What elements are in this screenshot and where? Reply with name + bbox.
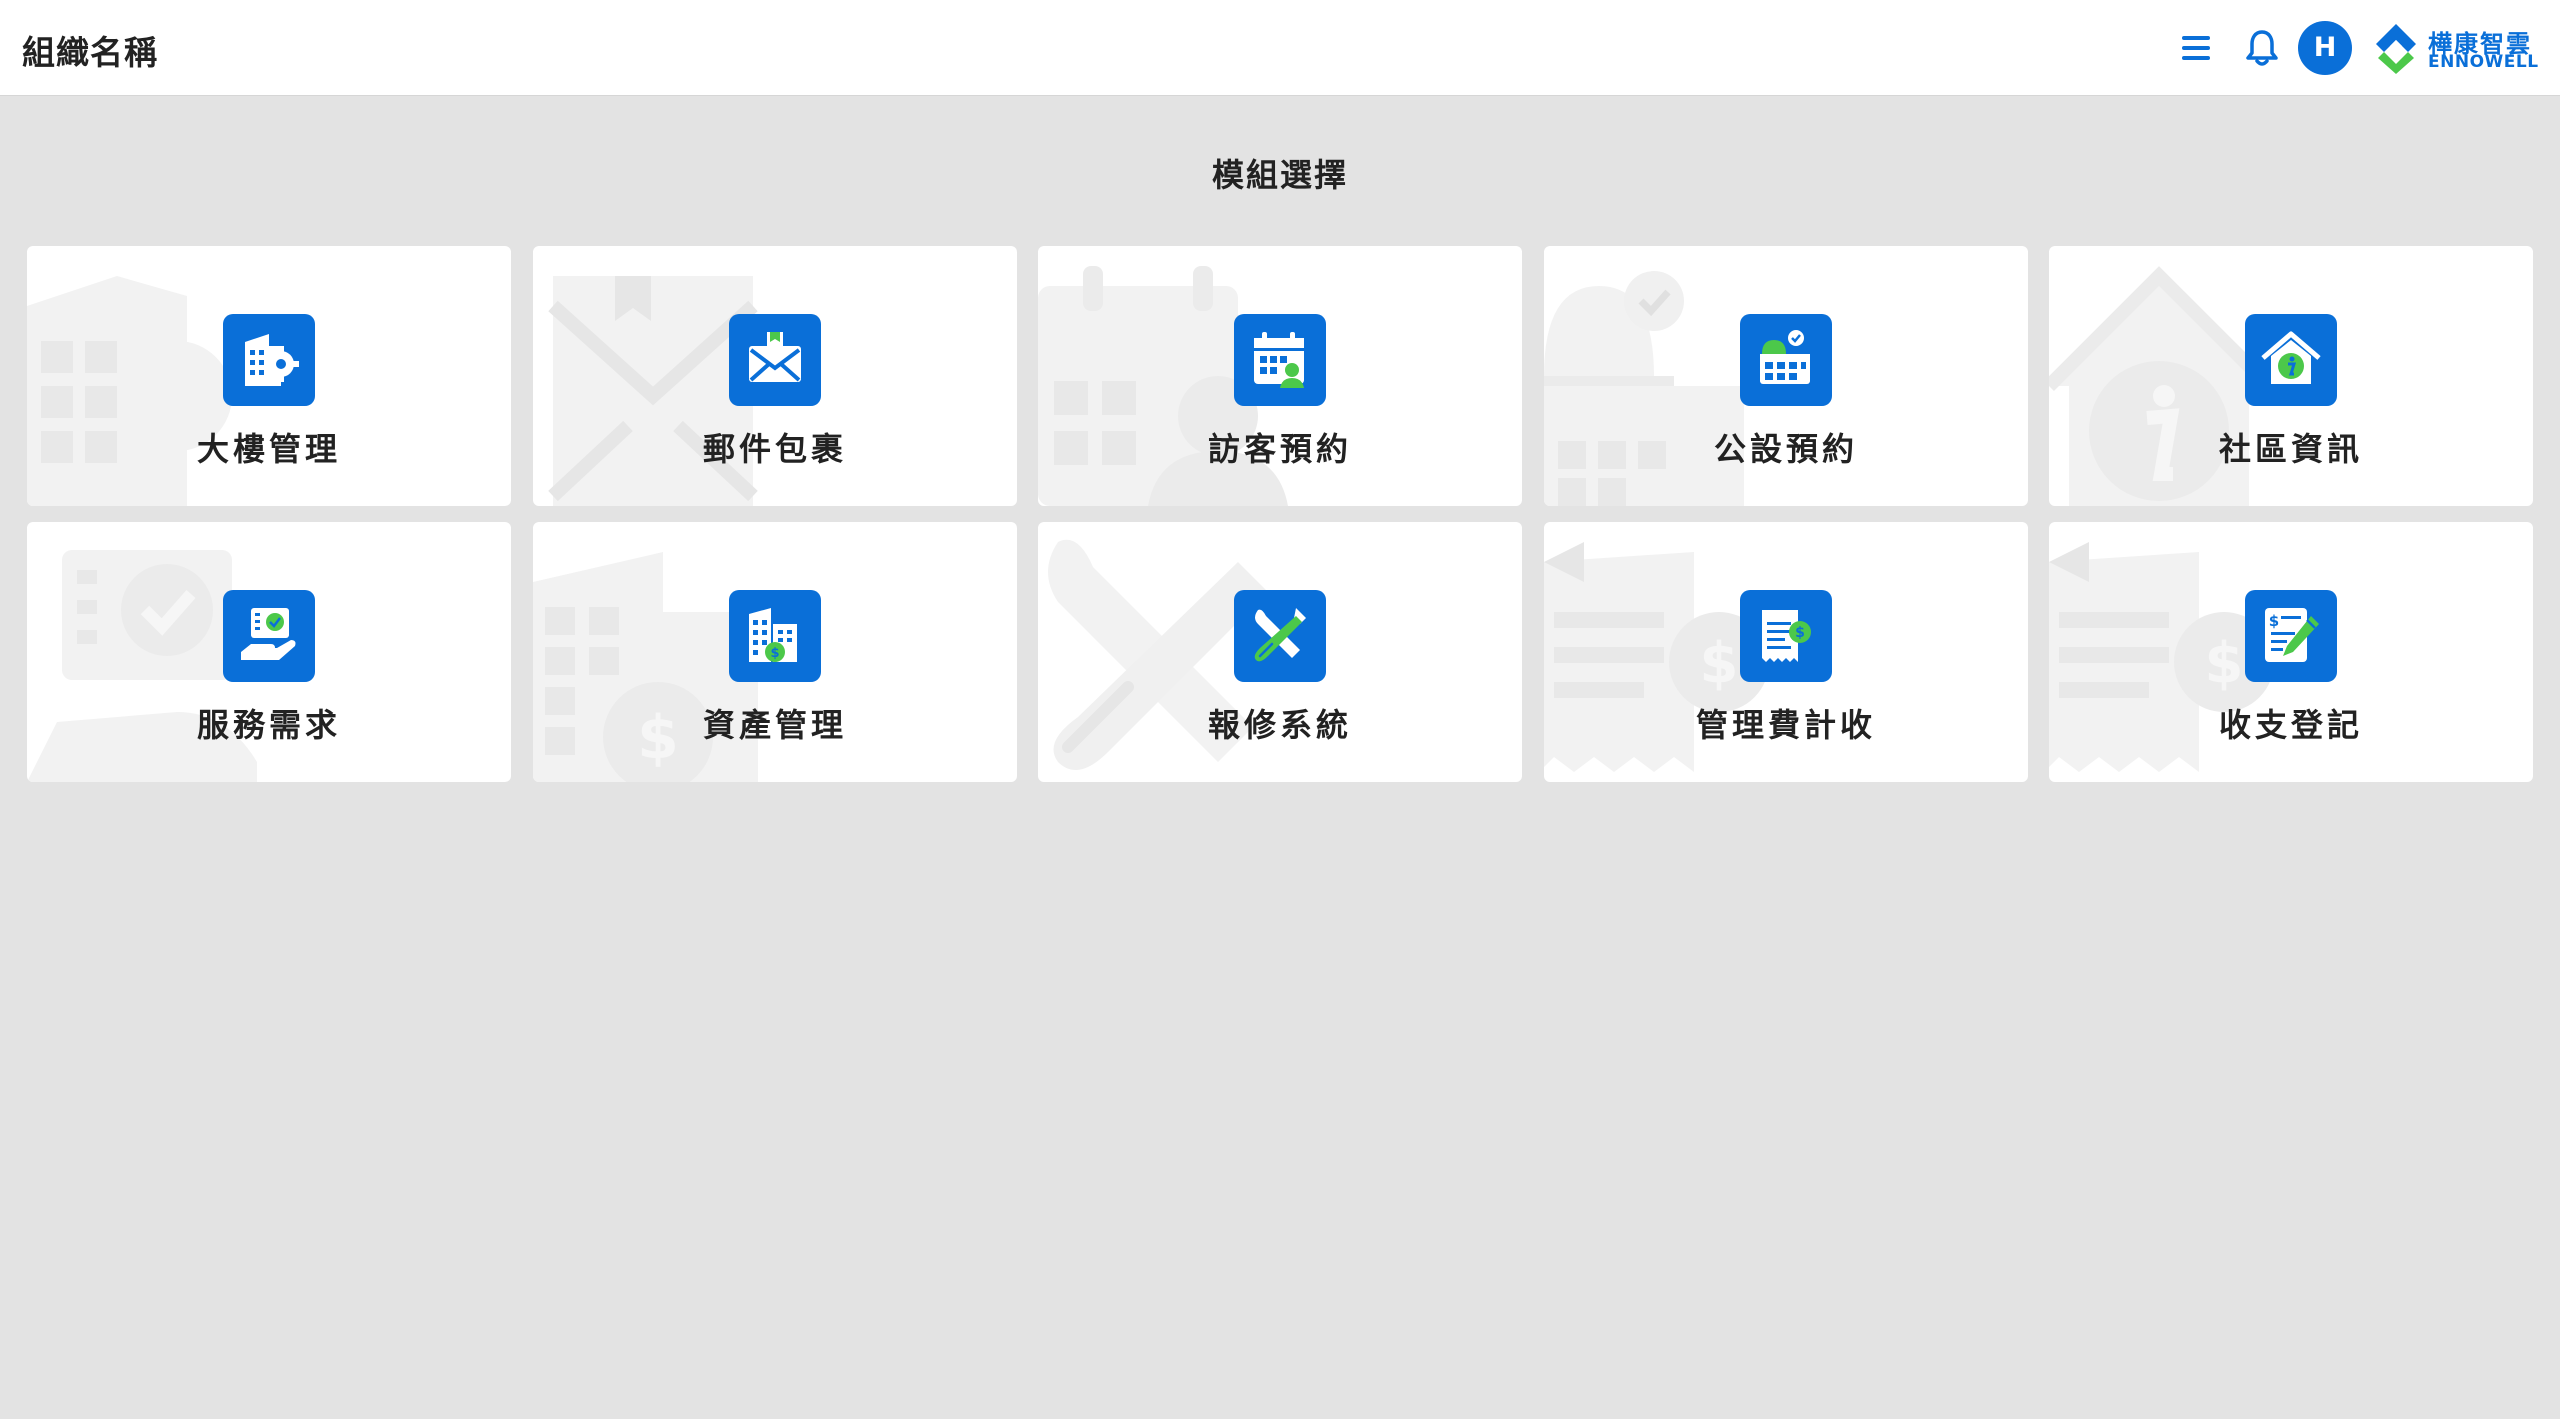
module-label: 收支登記	[2218, 706, 2363, 744]
asset-building-icon: $	[729, 590, 821, 682]
module-label: 公設預約	[1713, 430, 1858, 468]
page-title: 模組選擇	[1211, 156, 1348, 194]
module-card-income-expense[interactable]: $ $ 收支登記	[2049, 522, 2533, 782]
calendar-visitor-icon	[1234, 314, 1326, 406]
module-card-mail-parcel[interactable]: 郵件包裹	[533, 246, 1017, 506]
svg-text:$: $	[1795, 625, 1805, 641]
menu-button[interactable]	[2177, 30, 2215, 66]
module-label: 郵件包裹	[702, 430, 847, 468]
mail-envelope-icon	[729, 314, 821, 406]
user-avatar[interactable]: H	[2298, 21, 2352, 75]
module-label: 社區資訊	[2218, 430, 2363, 468]
module-card-asset-management[interactable]: $ $ 資產管理	[533, 522, 1017, 782]
module-label: 大樓管理	[196, 430, 341, 468]
module-card-repair-system[interactable]: 報修系統	[1038, 522, 1522, 782]
svg-text:$: $	[2205, 631, 2244, 696]
fee-receipt-icon: $	[1740, 590, 1832, 682]
svg-text:$: $	[2269, 612, 2279, 630]
module-card-community-info[interactable]: 社區資訊	[2049, 246, 2533, 506]
org-name: 組織名稱	[22, 33, 158, 72]
svg-text:$: $	[770, 646, 779, 661]
ennowell-logo-icon	[2376, 24, 2416, 74]
module-card-service-request[interactable]: 服務需求	[27, 522, 511, 782]
module-label: 報修系統	[1207, 706, 1352, 744]
logo-text-en: ENNOWELL	[2428, 52, 2539, 72]
module-card-management-fee[interactable]: $ $ 管理費計收	[1544, 522, 2028, 782]
service-hand-icon	[223, 590, 315, 682]
module-card-building-management[interactable]: 大樓管理	[27, 246, 511, 506]
hamburger-menu-icon	[2182, 36, 2210, 60]
svg-text:$: $	[1700, 631, 1739, 696]
module-label: 管理費計收	[1695, 706, 1876, 744]
module-label: 訪客預約	[1207, 430, 1352, 468]
module-card-visitor-booking[interactable]: 訪客預約	[1038, 246, 1522, 506]
top-bar: 組織名稱 H 樺康智雲 ENNOWELL	[0, 0, 2560, 96]
notification-button[interactable]	[2242, 27, 2282, 69]
house-info-icon	[2245, 314, 2337, 406]
module-label: 服務需求	[196, 706, 341, 744]
building-gear-icon	[223, 314, 315, 406]
module-card-facility-booking[interactable]: 公設預約	[1544, 246, 2028, 506]
module-label: 資產管理	[702, 706, 847, 744]
ledger-pen-icon: $	[2245, 590, 2337, 682]
facility-calendar-icon	[1740, 314, 1832, 406]
repair-tools-icon	[1234, 590, 1326, 682]
bell-icon	[2246, 30, 2278, 66]
brand-logo: 樺康智雲 ENNOWELL	[2370, 18, 2540, 78]
